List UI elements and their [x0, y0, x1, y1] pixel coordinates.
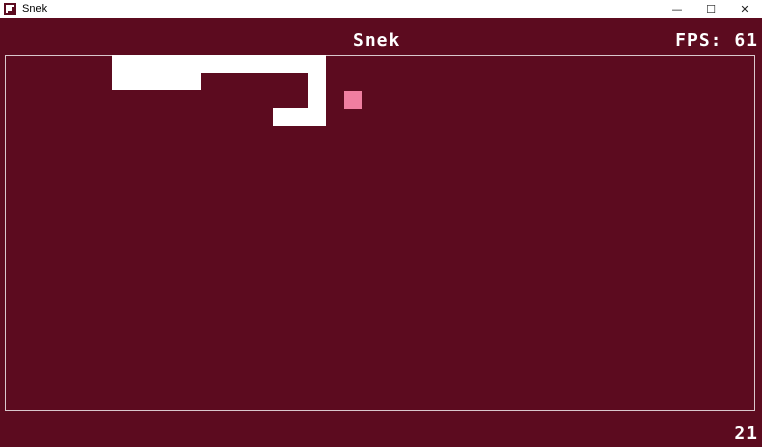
window-title: Snek [22, 3, 48, 15]
minimize-button[interactable]: — [660, 0, 694, 18]
app-icon [4, 3, 16, 15]
maximize-button[interactable]: ☐ [694, 0, 728, 18]
snake-segment [112, 55, 201, 90]
game-title: Snek [353, 30, 401, 51]
game-board [5, 55, 755, 411]
snake-segment [273, 108, 308, 126]
game-canvas[interactable]: Snek FPS: 61 21 [0, 18, 762, 447]
snake-segment [201, 55, 326, 73]
close-button[interactable]: ✕ [728, 0, 762, 18]
title-bar: Snek — ☐ ✕ [0, 0, 762, 18]
fps-counter: FPS: 61 [675, 30, 758, 51]
window-controls: — ☐ ✕ [660, 0, 762, 18]
snake-segment [308, 73, 326, 126]
food-item [344, 91, 362, 109]
score-counter: 21 [734, 423, 758, 444]
